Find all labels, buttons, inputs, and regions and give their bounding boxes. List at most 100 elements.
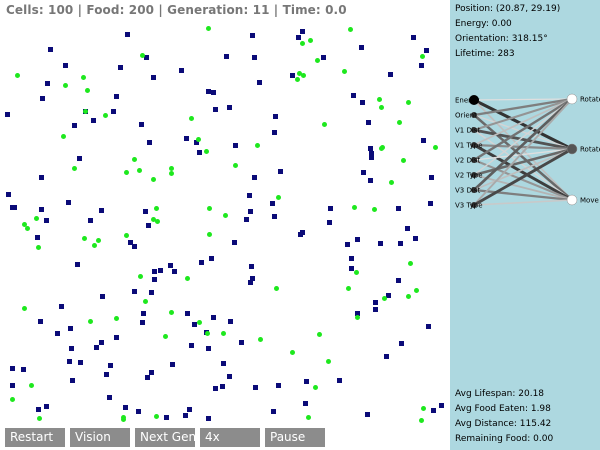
cell-organism [35,235,40,240]
food-pellet [36,245,41,250]
input-label: Energy [455,97,480,105]
cell-organism [296,35,301,40]
cell-organism [345,242,350,247]
food-pellet [408,261,413,266]
food-pellet [352,205,357,210]
cell-organism [220,384,225,389]
cell-organism [55,331,60,336]
cell-organism [141,311,146,316]
cell-organism [252,175,257,180]
pause-button[interactable]: Pause [265,428,325,447]
cell-organism [250,276,255,281]
cell-organism [273,114,278,119]
food-pellet [255,143,260,148]
cell-organism [36,407,41,412]
simulation-world[interactable]: Cells: 100 | Food: 200 | Generation: 11 … [0,0,450,450]
cell-organism [152,269,157,274]
cell-organism [272,214,277,219]
food-pellet [143,299,148,304]
cell-organism [184,136,189,141]
cell-organism [158,268,163,273]
cell-organism [143,209,148,214]
restart-button[interactable]: Restart [5,428,65,447]
cell-organism [78,360,83,365]
food-pellet [151,177,156,182]
cell-organism [100,294,105,299]
food-pellet [196,137,201,142]
food-pellet [61,134,66,139]
food-pellet [354,270,359,275]
food-pellet [322,122,327,127]
food-pellet [420,54,425,59]
avg-food-eaten-readout: Avg Food Eaten: 1.98 [455,404,551,414]
cell-organism [321,55,326,60]
cell-organism [378,241,383,246]
lifetime-readout: Lifetime: 283 [455,49,515,59]
food-pellet [15,73,20,78]
cell-organism [232,240,237,245]
cell-organism [140,320,145,325]
food-pellet [326,359,331,364]
cell-organism [149,290,154,295]
cell-organism [66,200,71,205]
cell-organism [303,401,308,406]
cell-organism [290,73,295,78]
food-pellet [63,83,68,88]
food-pellet [295,77,300,82]
cell-organism [108,363,113,368]
food-pellet [169,310,174,315]
remaining-food-readout: Remaining Food: 0.00 [455,434,554,444]
food-pellet [37,416,42,421]
position-readout: Position: (20.87, 29.19) [455,4,561,14]
cell-organism [145,375,150,380]
output-node [566,93,578,105]
cell-organism [429,175,434,180]
food-pellet [389,180,394,185]
cell-organism [77,156,82,161]
food-pellet [297,71,302,76]
cell-organism [369,155,374,160]
output-label: Rotate [580,96,600,104]
cell-organism [123,405,128,410]
cell-organism [44,404,49,409]
cell-organism [328,206,333,211]
cell-organism [10,366,15,371]
input-label: V1 Type [455,142,483,150]
cell-organism [431,408,436,413]
cell-organism [104,372,109,377]
food-pellet [83,109,88,114]
cell-organism [152,277,157,282]
output-label: Rotate [580,146,600,154]
cell-organism [424,48,429,53]
food-pellet [258,337,263,342]
speed-button[interactable]: 4x [200,428,260,447]
cell-organism [187,407,192,412]
food-pellet [380,145,385,150]
vision-button[interactable]: Vision [70,428,130,447]
food-pellet [221,331,226,336]
next-generation-button[interactable]: Next Gen [135,428,196,447]
cell-organism [396,278,401,283]
food-pellet [81,75,86,80]
food-pellet [25,226,30,231]
cell-organism [365,412,370,417]
food-pellet [315,58,320,63]
cell-organism [227,374,232,379]
cell-organism [359,45,364,50]
cell-organism [278,169,283,174]
cell-organism [185,311,190,316]
food-pellet [372,207,377,212]
cell-organism [48,47,53,52]
cell-organism [373,300,378,305]
cell-organism [88,218,93,223]
cell-organism [206,89,211,94]
network-connections [473,97,573,207]
food-pellet [22,306,27,311]
food-pellet [317,332,322,337]
food-pellet [433,145,438,150]
food-pellet [206,26,211,31]
cell-organism [270,201,275,206]
cell-organism [179,68,184,73]
cell-organism [426,324,431,329]
food-pellet [137,168,142,173]
